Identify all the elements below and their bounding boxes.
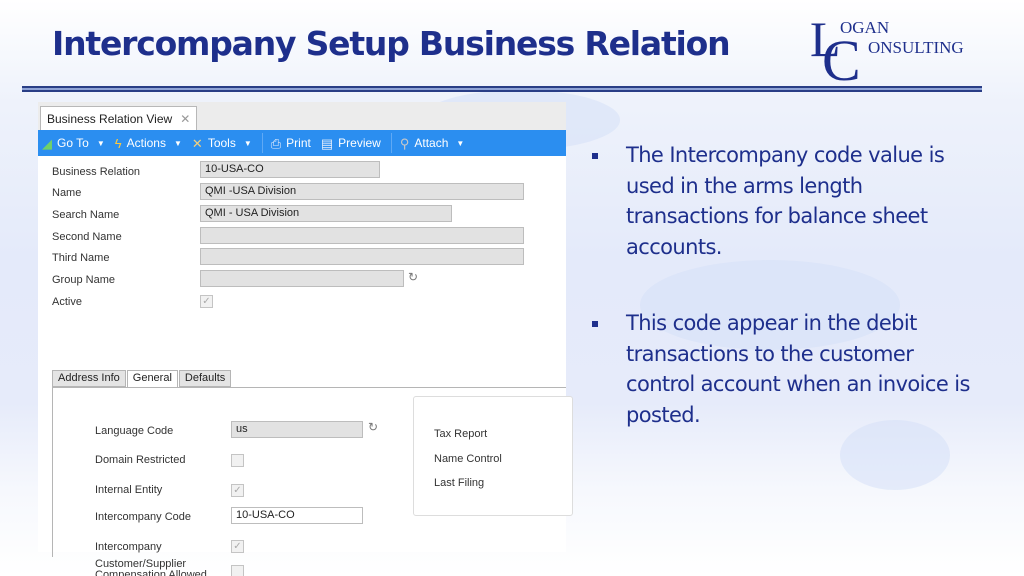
logo-text-onsulting: ONSULTING	[868, 38, 964, 57]
go-to-icon: ◢	[42, 135, 52, 151]
logo-text-ogan: OGAN	[840, 18, 890, 37]
bullet-text: This code appear in the debit transactio…	[626, 311, 970, 427]
tax-info-panel: Tax Report Name Control Last Filing	[413, 396, 573, 516]
last-filing-label: Last Filing	[434, 477, 485, 489]
attach-label: Attach	[414, 136, 449, 150]
attach-menu[interactable]: ⚲ Attach ▼	[400, 136, 464, 150]
business-relation-form: Business Relation 10-USA-CO Name QMI -US…	[38, 156, 573, 576]
toolbar-separator	[390, 133, 392, 153]
preview-label: Preview	[338, 136, 381, 150]
second-name-field[interactable]	[200, 227, 524, 244]
intercompany-code-label: Intercompany Code	[95, 511, 191, 523]
bullet-item: The Intercompany code value is used in t…	[590, 140, 970, 262]
business-relation-window: Business Relation View ✕ ◢ Go To ▼ ϟ Act…	[38, 102, 573, 576]
active-label: Active	[52, 296, 82, 308]
tab-defaults[interactable]: Defaults	[178, 370, 232, 387]
compensation-allowed-label: Customer/Supplier Compensation Allowed	[95, 559, 207, 576]
tab-label: Business Relation View	[47, 111, 173, 126]
third-name-label: Third Name	[52, 252, 110, 264]
bullet-list: The Intercompany code value is used in t…	[590, 140, 970, 476]
title-divider	[22, 86, 982, 92]
logo-letter-c: C	[822, 28, 861, 93]
business-relation-label: Business Relation	[52, 166, 141, 178]
name-control-label: Name Control	[434, 453, 502, 465]
internal-entity-checkbox[interactable]: ✓	[231, 484, 244, 497]
tools-label: Tools	[207, 136, 236, 150]
domain-restricted-checkbox[interactable]	[231, 454, 244, 467]
preview-icon: ▤	[320, 135, 334, 151]
preview-button[interactable]: ▤ Preview	[321, 136, 381, 150]
intercompany-label: Intercompany	[95, 541, 162, 553]
intercompany-checkbox[interactable]: ✓	[231, 540, 244, 553]
name-field[interactable]: QMI -USA Division	[200, 183, 524, 200]
tab-general[interactable]: General	[126, 370, 178, 388]
lookup-icon[interactable]: ↻	[368, 420, 378, 434]
printer-icon: ⎙	[270, 135, 282, 151]
compensation-allowed-checkbox[interactable]	[231, 565, 244, 576]
lookup-icon[interactable]: ↻	[408, 270, 418, 284]
chevron-down-icon: ▼	[96, 138, 105, 148]
chevron-down-icon: ▼	[243, 138, 252, 148]
toolbar-separator	[261, 133, 263, 153]
go-to-label: Go To	[57, 136, 89, 150]
actions-menu[interactable]: ϟ Actions ▼	[115, 136, 182, 150]
compensation-label-line2: Compensation Allowed	[95, 569, 207, 576]
tax-report-label: Tax Report	[434, 428, 488, 440]
business-relation-field[interactable]: 10-USA-CO	[200, 161, 380, 178]
print-button[interactable]: ⎙ Print	[271, 136, 311, 150]
toolbar: ◢ Go To ▼ ϟ Actions ▼ ✕ Tools ▼ ⎙ Print …	[38, 130, 566, 156]
tab-panel-border	[52, 387, 566, 388]
language-code-field[interactable]: us	[231, 421, 363, 438]
tools-menu[interactable]: ✕ Tools ▼	[192, 136, 252, 150]
document-tab-bar: Business Relation View ✕	[38, 102, 566, 130]
bullet-item: This code appear in the debit transactio…	[590, 308, 970, 430]
domain-restricted-label: Domain Restricted	[95, 454, 186, 466]
go-to-menu[interactable]: ◢ Go To ▼	[42, 136, 105, 150]
actions-label: Actions	[126, 136, 166, 150]
bullet-marker	[592, 153, 598, 159]
third-name-field[interactable]	[200, 248, 524, 265]
paperclip-icon: ⚲	[399, 135, 410, 151]
chevron-down-icon: ▼	[173, 138, 182, 148]
second-name-label: Second Name	[52, 231, 122, 243]
lightning-icon: ϟ	[114, 135, 122, 151]
search-name-field[interactable]: QMI - USA Division	[200, 205, 452, 222]
search-name-label: Search Name	[52, 209, 120, 221]
subtab-bar: Address Info General Defaults	[52, 370, 232, 388]
group-name-label: Group Name	[52, 274, 115, 286]
tools-icon: ✕	[191, 135, 203, 151]
active-checkbox[interactable]: ✓	[200, 295, 213, 308]
tab-panel-border	[52, 387, 53, 557]
language-code-label: Language Code	[95, 425, 174, 437]
name-label: Name	[52, 187, 82, 199]
slide-title: Intercompany Setup Business Relation	[52, 24, 731, 63]
bullet-text: The Intercompany code value is used in t…	[626, 143, 945, 259]
chevron-down-icon: ▼	[456, 138, 465, 148]
tab-business-relation-view[interactable]: Business Relation View ✕	[40, 106, 198, 130]
internal-entity-label: Internal Entity	[95, 484, 163, 496]
logan-consulting-logo: L C OGAN ONSULTING	[810, 14, 990, 90]
print-label: Print	[286, 136, 311, 150]
group-name-field[interactable]	[200, 270, 404, 287]
bullet-marker	[592, 321, 598, 327]
close-icon[interactable]: ✕	[180, 108, 190, 130]
tab-address-info[interactable]: Address Info	[52, 370, 126, 387]
intercompany-code-field[interactable]: 10-USA-CO	[231, 507, 363, 524]
